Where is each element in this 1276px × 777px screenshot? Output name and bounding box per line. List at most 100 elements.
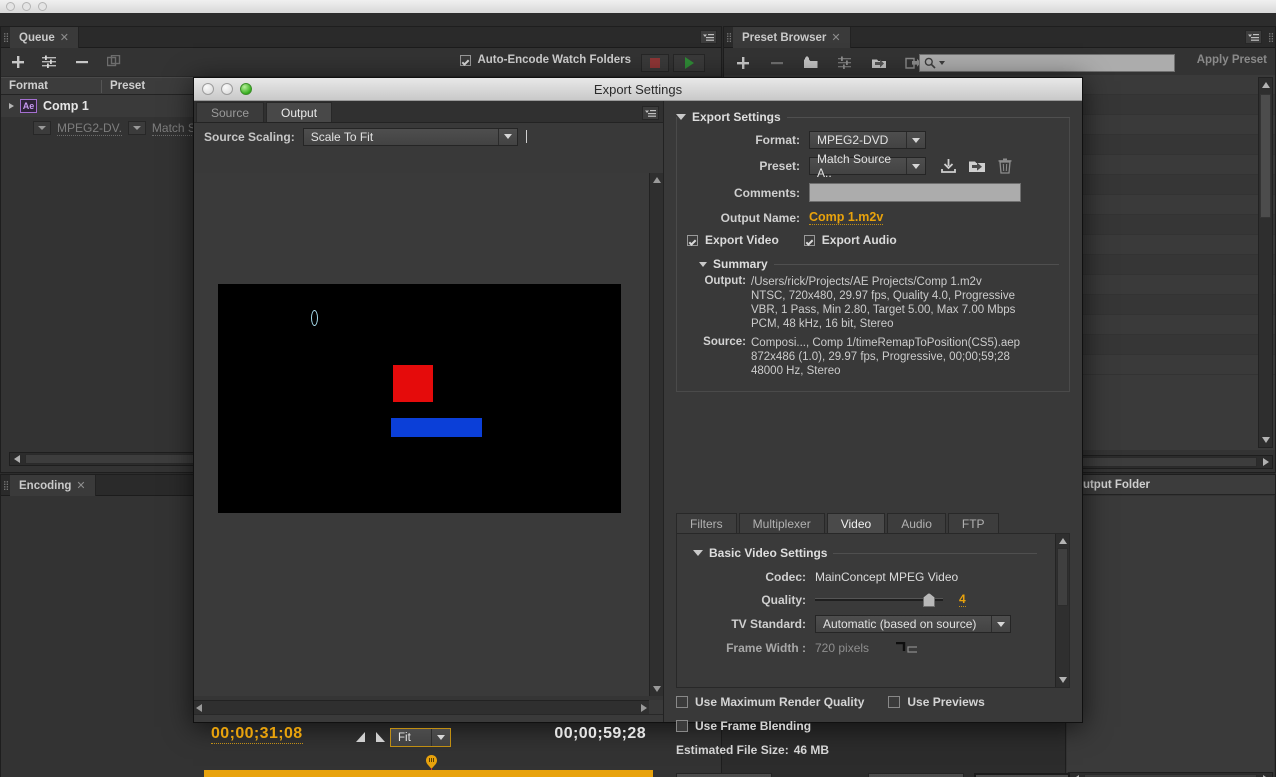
dialog-minimize-button[interactable] [221,83,233,95]
tab-video[interactable]: Video [826,513,886,534]
link-dimensions-icon[interactable] [895,642,918,654]
new-preset-icon[interactable] [734,54,752,72]
video-settings-scrollbar[interactable] [1055,534,1069,687]
preset-search-box[interactable] [919,54,1175,72]
summary-group-header[interactable]: Summary [687,257,1059,271]
disclosure-triangle-icon[interactable] [693,550,703,556]
tab-output[interactable]: Output [266,102,333,122]
work-area-bar[interactable] [204,770,653,777]
scroll-up-icon[interactable] [651,174,662,186]
add-icon[interactable] [9,53,27,71]
scroll-right-icon[interactable] [1258,456,1272,468]
dialog-close-button[interactable] [202,83,214,95]
stop-queue-button[interactable] [641,54,669,72]
os-close-button[interactable] [6,2,15,11]
disclosure-triangle-icon[interactable] [699,261,707,267]
auto-encode-checkbox[interactable] [460,54,472,66]
os-minimize-button[interactable] [22,2,31,11]
save-preset-icon[interactable] [940,158,957,174]
scroll-right-icon[interactable] [640,703,647,712]
close-icon[interactable]: ✕ [831,31,840,44]
quality-slider[interactable] [815,593,943,607]
scrub-track[interactable] [204,770,653,777]
scroll-up-icon[interactable] [1057,535,1068,547]
panel-grip-icon[interactable]: ⣿ [1266,27,1275,47]
tab-encoding[interactable]: Encoding ✕ [10,475,96,496]
os-zoom-button[interactable] [38,2,47,11]
export-audio-checkbox[interactable] [803,234,815,246]
dialog-title-bar[interactable]: Export Settings [194,78,1082,101]
scroll-right-icon[interactable] [1258,773,1272,777]
comments-input[interactable] [809,183,1021,202]
sliders-icon[interactable] [41,53,59,71]
scroll-thumb[interactable] [1057,548,1068,606]
output-folder-list[interactable] [1067,496,1274,772]
os-window-controls[interactable] [6,2,47,11]
frame-blending-checkbox[interactable] [676,720,688,732]
trash-icon[interactable] [998,158,1012,174]
basic-video-settings-header[interactable]: Basic Video Settings [693,546,1059,560]
panel-grip-icon[interactable]: ⣿ [1,475,10,495]
tab-multiplexer[interactable]: Multiplexer [738,513,825,534]
tab-filters[interactable]: Filters [676,513,737,534]
preset-vertical-scrollbar[interactable] [1258,77,1273,448]
output-folder-horizontal-scrollbar[interactable] [1068,772,1273,777]
set-out-point-icon[interactable] [374,731,387,744]
cancel-button[interactable]: Cancel [868,773,964,777]
preview-vertical-scrollbar[interactable] [649,173,663,696]
import-preset-icon[interactable] [968,158,987,174]
dialog-zoom-button[interactable] [240,83,252,95]
chevron-down-icon[interactable] [939,61,945,65]
remove-icon[interactable] [73,53,91,71]
tab-queue[interactable]: Queue ✕ [10,27,80,48]
delete-preset-icon[interactable] [768,54,786,72]
preset-dropdown[interactable] [127,121,146,135]
queue-row-preset[interactable]: Match S [151,121,196,136]
dialog-window-controls[interactable] [202,83,252,95]
quality-slider-knob[interactable] [923,593,935,607]
export-video-checkbox[interactable] [687,234,698,246]
scroll-down-icon[interactable] [1057,674,1068,686]
output-name-link[interactable]: Comp 1.m2v [809,210,884,225]
preset-dropdown[interactable]: Match Source A.. [809,152,926,180]
queue-row-format[interactable]: MPEG2-DV. [57,121,122,136]
use-previews-checkbox[interactable] [888,696,901,708]
disclosure-triangle-icon[interactable] [9,103,14,109]
tab-audio[interactable]: Audio [887,513,946,534]
auto-encode-watch-folders[interactable]: Auto-Encode Watch Folders [460,54,631,66]
format-dropdown[interactable] [33,121,51,135]
zoom-level-dropdown[interactable]: Fit [390,728,451,747]
format-dropdown[interactable]: MPEG2-DVD [809,131,926,149]
preset-search-input[interactable] [948,56,1174,70]
set-in-point-icon[interactable] [354,731,367,744]
scroll-left-icon[interactable] [1069,773,1083,777]
close-icon[interactable]: ✕ [76,479,85,492]
scroll-down-icon[interactable] [1259,433,1272,447]
scroll-down-icon[interactable] [651,683,662,695]
scroll-thumb[interactable] [1260,94,1271,218]
scroll-left-icon[interactable] [196,703,203,712]
duplicate-icon[interactable] [105,53,123,71]
queue-col-format[interactable]: Format [1,80,101,93]
current-timecode[interactable]: 00;00;31;08 [211,725,303,744]
quality-value[interactable]: 4 [959,592,966,607]
panel-grip-icon[interactable]: ⣿ [1,27,10,47]
tab-ftp[interactable]: FTP [947,513,999,534]
scroll-up-icon[interactable] [1259,78,1272,92]
import-preset-icon[interactable] [870,54,888,72]
preset-settings-icon[interactable] [836,54,854,72]
new-folder-icon[interactable] [802,54,820,72]
panel-menu-icon[interactable] [1245,30,1262,44]
max-render-quality-checkbox[interactable] [676,696,688,708]
panel-menu-icon[interactable] [700,30,717,44]
tab-preset-browser[interactable]: Preset Browser ✕ [733,27,851,48]
source-scaling-dropdown[interactable]: Scale To Fit [302,127,518,146]
start-queue-button[interactable] [673,54,705,72]
close-icon[interactable]: ✕ [60,31,69,44]
disclosure-triangle-icon[interactable] [676,114,686,120]
preview-horizontal-scrollbar[interactable] [194,700,649,714]
preview-canvas[interactable] [194,173,649,696]
ok-button[interactable]: OK [974,773,1070,777]
preview-panel-menu-icon[interactable] [642,106,659,120]
tv-standard-dropdown[interactable]: Automatic (based on source) [815,615,1011,633]
